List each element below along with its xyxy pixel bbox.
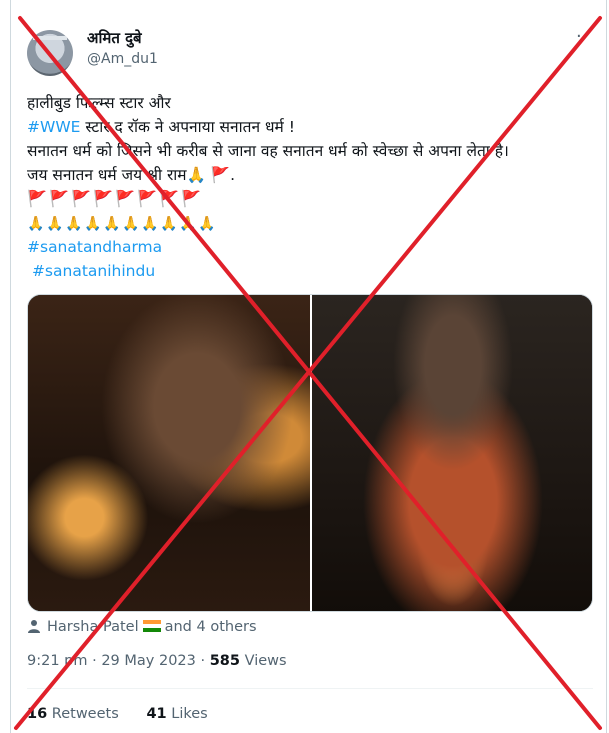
tagged-person-name[interactable]: Harsha Patel — [47, 619, 139, 635]
views-count: 585 — [209, 653, 240, 669]
tagged-others[interactable]: and 4 others — [165, 619, 257, 635]
more-icon[interactable]: ·· — [576, 26, 589, 47]
retweets-label[interactable]: Retweets — [47, 706, 119, 722]
avatar[interactable] — [27, 30, 73, 76]
red-flag-icon: 🚩 — [27, 189, 47, 208]
red-flag-icon: 🚩 — [49, 189, 69, 208]
views-label: Views — [240, 653, 287, 669]
folded-hands-icon: 🙏 — [27, 216, 45, 232]
author-display-name[interactable]: अमित दुबे — [87, 28, 142, 48]
red-flag-icon: 🚩 — [159, 189, 179, 208]
tweet-text: हालीबुड फिल्म्स स्टार और #WWE स्टार द रॉ… — [27, 91, 587, 283]
meta-separator: · — [87, 653, 102, 669]
red-flag-icon: 🚩 — [115, 189, 135, 208]
media-image-right[interactable] — [312, 295, 592, 611]
folded-hands-row: 🙏 🙏 🙏 🙏 🙏 🙏 🙏 🙏 🙏 🙏 — [27, 211, 587, 235]
tweet-line-3: सनातन धर्म को जिसने भी करीब से जाना वह स… — [27, 142, 509, 160]
folded-hands-icon: 🙏 — [84, 216, 102, 232]
tweet-time[interactable]: 9:21 pm — [27, 653, 88, 669]
media-image-left[interactable] — [28, 295, 310, 611]
folded-hands-icon: 🙏 — [141, 216, 159, 232]
tweet-line-1: हालीबुड फिल्म्स स्टार और — [27, 94, 171, 112]
tweet-meta: 9:21 pm · 29 May 2023 · 585 Views — [27, 653, 287, 669]
tweet-date[interactable]: 29 May 2023 — [101, 653, 196, 669]
divider-line — [27, 688, 593, 689]
tweet-line-2-text: स्टार द रॉक ने अपनाया सनातन धर्म ! — [80, 118, 295, 136]
folded-hands-icon: 🙏 — [198, 216, 216, 232]
red-flag-icon: 🚩 — [181, 189, 201, 208]
person-icon — [28, 620, 40, 633]
folded-hands-icon: 🙏 — [160, 216, 178, 232]
tagged-people[interactable]: Harsha Patel and 4 others — [27, 617, 257, 637]
author-handle[interactable]: @Am_du1 — [87, 51, 158, 67]
tweet-stats: 16 Retweets 41 Likes — [27, 706, 208, 722]
red-flag-icon: 🚩 — [71, 189, 91, 208]
hashtag-sanatandharma-link[interactable]: #sanatandharma — [27, 238, 162, 256]
folded-hands-icon: 🙏 — [65, 216, 83, 232]
red-flags-row: 🚩 🚩 🚩 🚩 🚩 🚩 🚩 🚩 — [27, 187, 587, 211]
folded-hands-icon: 🙏 — [122, 216, 140, 232]
retweets-count[interactable]: 16 — [27, 706, 47, 722]
hashtag-sanatanihindu-link[interactable]: #sanatanihindu — [32, 262, 155, 280]
tweet-line-2: #WWE स्टार द रॉक ने अपनाया सनातन धर्म ! — [27, 115, 587, 139]
likes-count[interactable]: 41 — [146, 706, 166, 722]
india-flag-icon — [142, 620, 161, 632]
meta-separator-2: · — [195, 653, 210, 669]
likes-label[interactable]: Likes — [167, 706, 207, 722]
red-flag-icon: 🚩 — [137, 189, 157, 208]
folded-hands-icon: 🙏 — [179, 216, 197, 232]
hashtag-wwe-link[interactable]: #WWE — [27, 118, 80, 136]
folded-hands-icon: 🙏 — [103, 216, 121, 232]
tweet-media[interactable] — [27, 294, 593, 612]
red-flag-icon: 🚩 — [93, 189, 113, 208]
tweet-line-4: जय सनातन धर्म जय श्री राम🙏 🚩. — [27, 166, 236, 184]
folded-hands-icon: 🙏 — [46, 216, 64, 232]
